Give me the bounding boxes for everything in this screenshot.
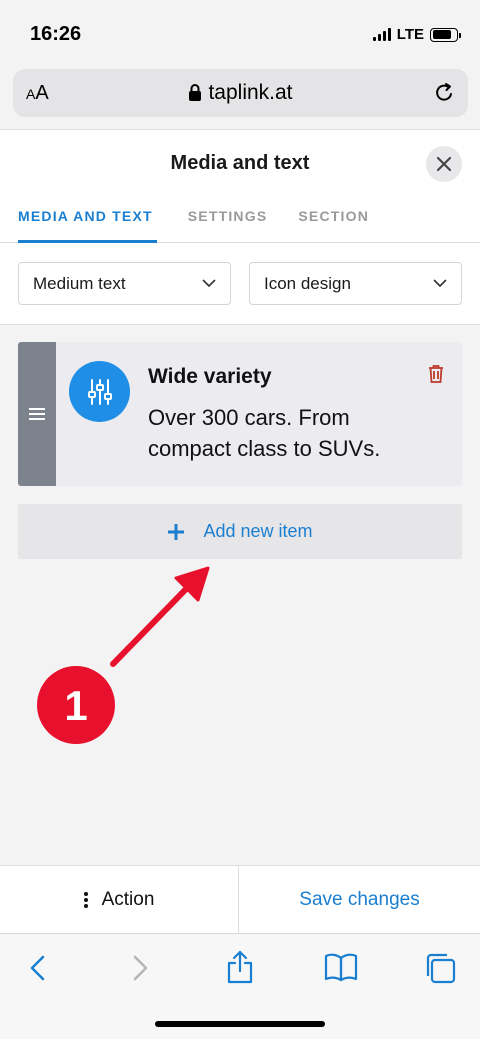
item-title[interactable]: Wide variety [148,365,272,389]
tabs-icon [426,953,456,984]
item-text[interactable]: Over 300 cars. From compact class to SUV… [148,402,418,464]
status-time: 16:26 [30,23,82,45]
text-size-select[interactable]: Medium text [18,262,231,305]
icon-design-select-value: Icon design [264,274,351,293]
editor-panel: Media and text MEDIA AND TEXT SETTINGS S… [0,129,480,865]
network-label: LTE [396,26,424,43]
action-button[interactable]: Action [0,866,239,933]
media-item-card[interactable]: Wide variety Over 300 cars. From compact… [18,342,462,486]
more-vertical-icon [83,891,88,908]
action-label: Action [101,888,155,910]
action-bar: Action Save changes [0,865,480,933]
lock-icon [188,83,202,107]
status-bar: 16:26 LTE [0,0,480,68]
bookmarks-button[interactable] [324,952,358,987]
options-row: Medium text Icon design [0,243,480,325]
drag-handle[interactable] [18,342,56,486]
delete-button[interactable] [428,364,444,388]
drag-icon [29,408,45,420]
trash-icon [429,365,443,383]
tabs-button[interactable] [424,952,456,989]
item-icon-button[interactable] [69,361,130,422]
address-bar[interactable]: AA taplink.at [13,69,468,117]
battery-icon [430,27,461,42]
tab-bar: MEDIA AND TEXT SETTINGS SECTION [18,208,400,243]
save-changes-button[interactable]: Save changes [239,866,480,933]
url-text: taplink.at [208,81,293,104]
plus-icon [168,523,185,540]
signal-icon [372,28,391,41]
forward-button[interactable] [128,954,152,987]
chevron-down-icon [433,279,447,288]
reload-icon[interactable] [432,81,456,110]
share-icon [227,950,253,984]
url-field[interactable]: taplink.at [13,81,468,107]
panel-header: Media and text MEDIA AND TEXT SETTINGS S… [0,130,480,243]
text-size-select-value: Medium text [33,274,126,293]
home-indicator [155,1021,325,1027]
add-new-item-button[interactable]: Add new item [18,504,462,559]
icon-design-select[interactable]: Icon design [249,262,462,305]
share-button[interactable] [226,950,254,989]
close-icon [436,156,452,172]
tab-media-and-text[interactable]: MEDIA AND TEXT [18,208,157,243]
tab-settings[interactable]: SETTINGS [188,208,268,243]
chevron-right-icon [133,955,148,981]
sliders-icon [87,378,112,405]
book-icon [324,953,358,982]
close-button[interactable] [426,146,462,182]
chevron-down-icon [202,279,216,288]
back-button[interactable] [26,954,50,987]
add-new-item-label: Add new item [203,521,313,541]
tab-section[interactable]: SECTION [298,208,369,243]
status-indicators: LTE [372,26,461,43]
panel-title: Media and text [170,152,310,174]
chevron-left-icon [30,955,45,981]
